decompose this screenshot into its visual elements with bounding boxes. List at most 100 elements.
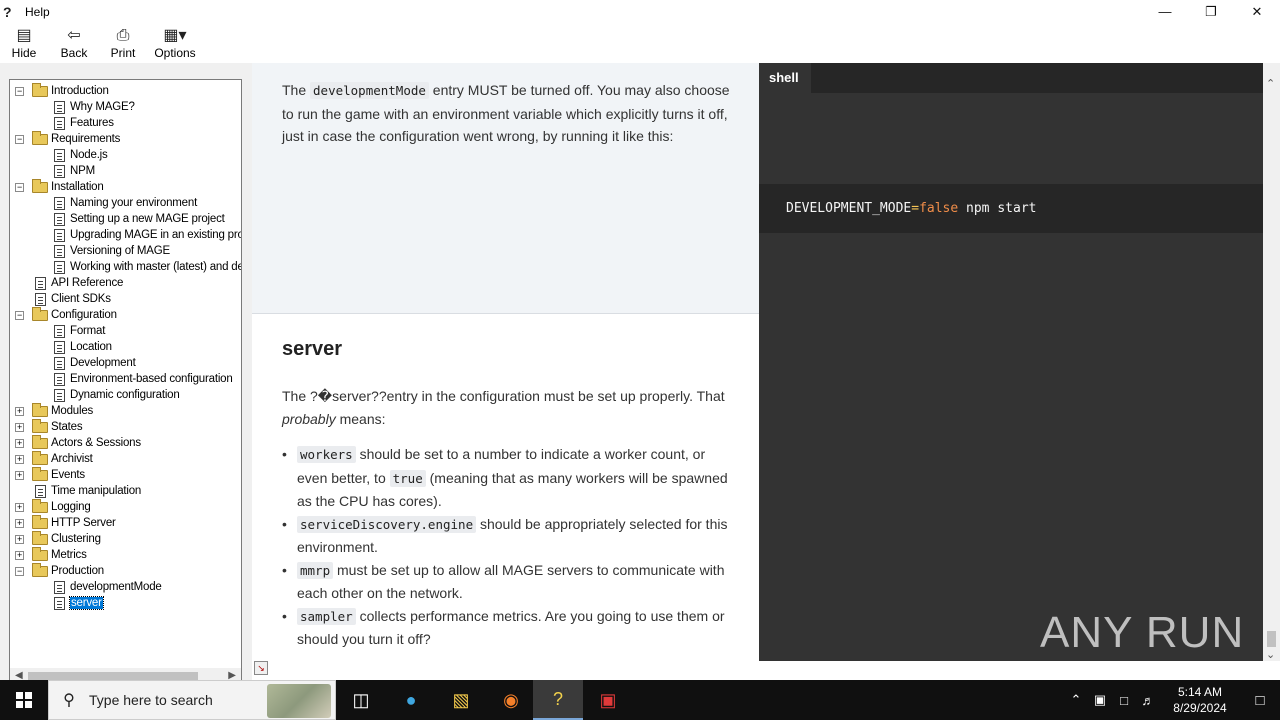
collapse-icon[interactable]: − xyxy=(15,86,24,96)
expand-icon[interactable]: + xyxy=(15,470,24,480)
close-button[interactable]: ✕ xyxy=(1234,0,1280,23)
tree-item[interactable]: Features xyxy=(10,115,241,131)
task-view-icon[interactable]: ◫ xyxy=(336,680,386,720)
collapse-icon[interactable]: − xyxy=(15,182,24,192)
tree-item[interactable]: Why MAGE? xyxy=(10,99,241,115)
edge-browser-icon[interactable]: ● xyxy=(386,680,436,720)
expand-icon[interactable]: + xyxy=(15,518,24,528)
tree-item[interactable]: − Requirements xyxy=(10,131,241,147)
search-icon: ⚲ xyxy=(63,692,75,709)
tree-item[interactable]: + Archivist xyxy=(10,451,241,467)
meet-now-icon[interactable]: ▣ xyxy=(1088,692,1112,708)
tree-item-label: Modules xyxy=(51,405,94,417)
tree-item[interactable]: + Events xyxy=(10,467,241,483)
clock[interactable]: 5:14 AM 8/29/2024 xyxy=(1160,684,1240,716)
tree-item[interactable]: + Actors & Sessions xyxy=(10,435,241,451)
window-controls: — ❐ ✕ xyxy=(1142,0,1280,23)
tree-item-label: Production xyxy=(51,565,104,577)
start-button[interactable] xyxy=(0,680,48,720)
expand-icon[interactable]: + xyxy=(15,438,24,448)
expand-icon[interactable]: + xyxy=(15,422,24,432)
scroll-up-icon[interactable]: ⌃ xyxy=(1266,77,1275,90)
print-button[interactable]: ⎙ Print xyxy=(108,23,138,63)
tree-item[interactable]: + Modules xyxy=(10,403,241,419)
inline-code: developmentMode xyxy=(310,82,429,99)
tree-item[interactable]: Format xyxy=(10,323,241,339)
tree-item[interactable]: Development xyxy=(10,355,241,371)
tree-item[interactable]: + Metrics xyxy=(10,547,241,563)
tree-item[interactable]: Working with master (latest) and dev xyxy=(10,259,241,275)
minimize-button[interactable]: — xyxy=(1142,0,1188,23)
tree-item[interactable]: − Production xyxy=(10,563,241,579)
tree-item[interactable]: Setting up a new MAGE project xyxy=(10,211,241,227)
restore-button[interactable]: ❐ xyxy=(1188,0,1234,23)
scroll-down-icon[interactable]: ⌄ xyxy=(1266,648,1275,661)
server-bullet-list: workers should be set to a number to ind… xyxy=(282,443,737,651)
expand-icon[interactable]: + xyxy=(15,534,24,544)
tree-item-label: NPM xyxy=(70,165,95,177)
tree-item[interactable]: Upgrading MAGE in an existing proj xyxy=(10,227,241,243)
notification-icon[interactable]: □ xyxy=(1240,692,1280,709)
help-toolbar: ▤ Hide ⇦ Back ⎙ Print ▦▾ Options xyxy=(0,23,1280,63)
content-vertical-scrollbar[interactable]: ⌃ ⌄ xyxy=(1263,63,1280,661)
folder-icon xyxy=(32,435,48,449)
folder-icon xyxy=(32,83,48,97)
tree-item[interactable]: Node.js xyxy=(10,147,241,163)
scroll-thumb[interactable] xyxy=(1267,631,1276,647)
tree-item[interactable]: Naming your environment xyxy=(10,195,241,211)
collapse-icon[interactable]: − xyxy=(15,566,24,576)
expand-icon[interactable]: + xyxy=(15,502,24,512)
print-label: Print xyxy=(110,46,136,60)
tree-item[interactable]: − Configuration xyxy=(10,307,241,323)
folder-icon xyxy=(32,131,48,145)
file-explorer-icon[interactable]: ▧ xyxy=(436,680,486,720)
options-button[interactable]: ▦▾ Options xyxy=(154,23,195,63)
tree-item[interactable]: developmentMode xyxy=(10,579,241,595)
collapse-icon[interactable]: − xyxy=(15,134,24,144)
tree-item[interactable]: + Logging xyxy=(10,499,241,515)
help-app-taskbar-icon[interactable]: ? xyxy=(533,680,583,720)
chevron-up-icon[interactable]: ⌃ xyxy=(1064,692,1088,708)
network-icon[interactable]: □ xyxy=(1112,693,1136,708)
collapse-icon[interactable]: − xyxy=(15,310,24,320)
tree-item[interactable]: − Introduction xyxy=(10,83,241,99)
hide-button[interactable]: ▤ Hide xyxy=(9,23,39,63)
expand-icon[interactable]: + xyxy=(15,454,24,464)
tree-item[interactable]: NPM xyxy=(10,163,241,179)
page-icon xyxy=(35,292,46,306)
folder-icon xyxy=(32,467,48,481)
volume-icon[interactable]: ♬ xyxy=(1136,693,1160,708)
pane-resize-grip-icon[interactable]: ↘ xyxy=(254,661,268,675)
tree-item[interactable]: + HTTP Server xyxy=(10,515,241,531)
taskbar-search-box[interactable]: ⚲ Type here to search xyxy=(48,680,336,720)
tab-shell[interactable]: shell xyxy=(759,63,811,93)
back-button[interactable]: ⇦ Back xyxy=(59,23,89,63)
page-icon xyxy=(54,148,65,162)
anyrun-watermark: ANY RUN xyxy=(1040,608,1245,657)
tree-item[interactable]: server xyxy=(10,595,241,611)
tree-item[interactable]: API Reference xyxy=(10,275,241,291)
expand-icon[interactable]: + xyxy=(15,550,24,560)
tree-item[interactable]: Time manipulation xyxy=(10,483,241,499)
search-highlight-image xyxy=(267,684,331,718)
title-bar: ? Help — ❐ ✕ xyxy=(0,0,1280,23)
tree-item[interactable]: + Clustering xyxy=(10,531,241,547)
printer-icon: ⎙ xyxy=(116,27,130,44)
list-item: sampler collects performance metrics. Ar… xyxy=(282,605,737,651)
tree-item[interactable]: Dynamic configuration xyxy=(10,387,241,403)
app-taskbar-icon[interactable]: ▣ xyxy=(583,680,633,720)
tree-item[interactable]: Location xyxy=(10,339,241,355)
tree-item[interactable]: − Installation xyxy=(10,179,241,195)
firefox-icon[interactable]: ◉ xyxy=(486,680,536,720)
folder-icon xyxy=(32,531,48,545)
expand-icon[interactable]: + xyxy=(15,406,24,416)
list-item: mmrp must be set up to allow all MAGE se… xyxy=(282,559,737,605)
page-icon xyxy=(35,276,46,290)
tree-item[interactable]: Environment-based configuration xyxy=(10,371,241,387)
tree-item[interactable]: Versioning of MAGE xyxy=(10,243,241,259)
tree-item-label: Environment-based configuration xyxy=(70,373,233,385)
tree-item-label: Events xyxy=(51,469,85,481)
tree-item[interactable]: Client SDKs xyxy=(10,291,241,307)
tree-item[interactable]: + States xyxy=(10,419,241,435)
tree-item-label: Requirements xyxy=(51,133,121,145)
